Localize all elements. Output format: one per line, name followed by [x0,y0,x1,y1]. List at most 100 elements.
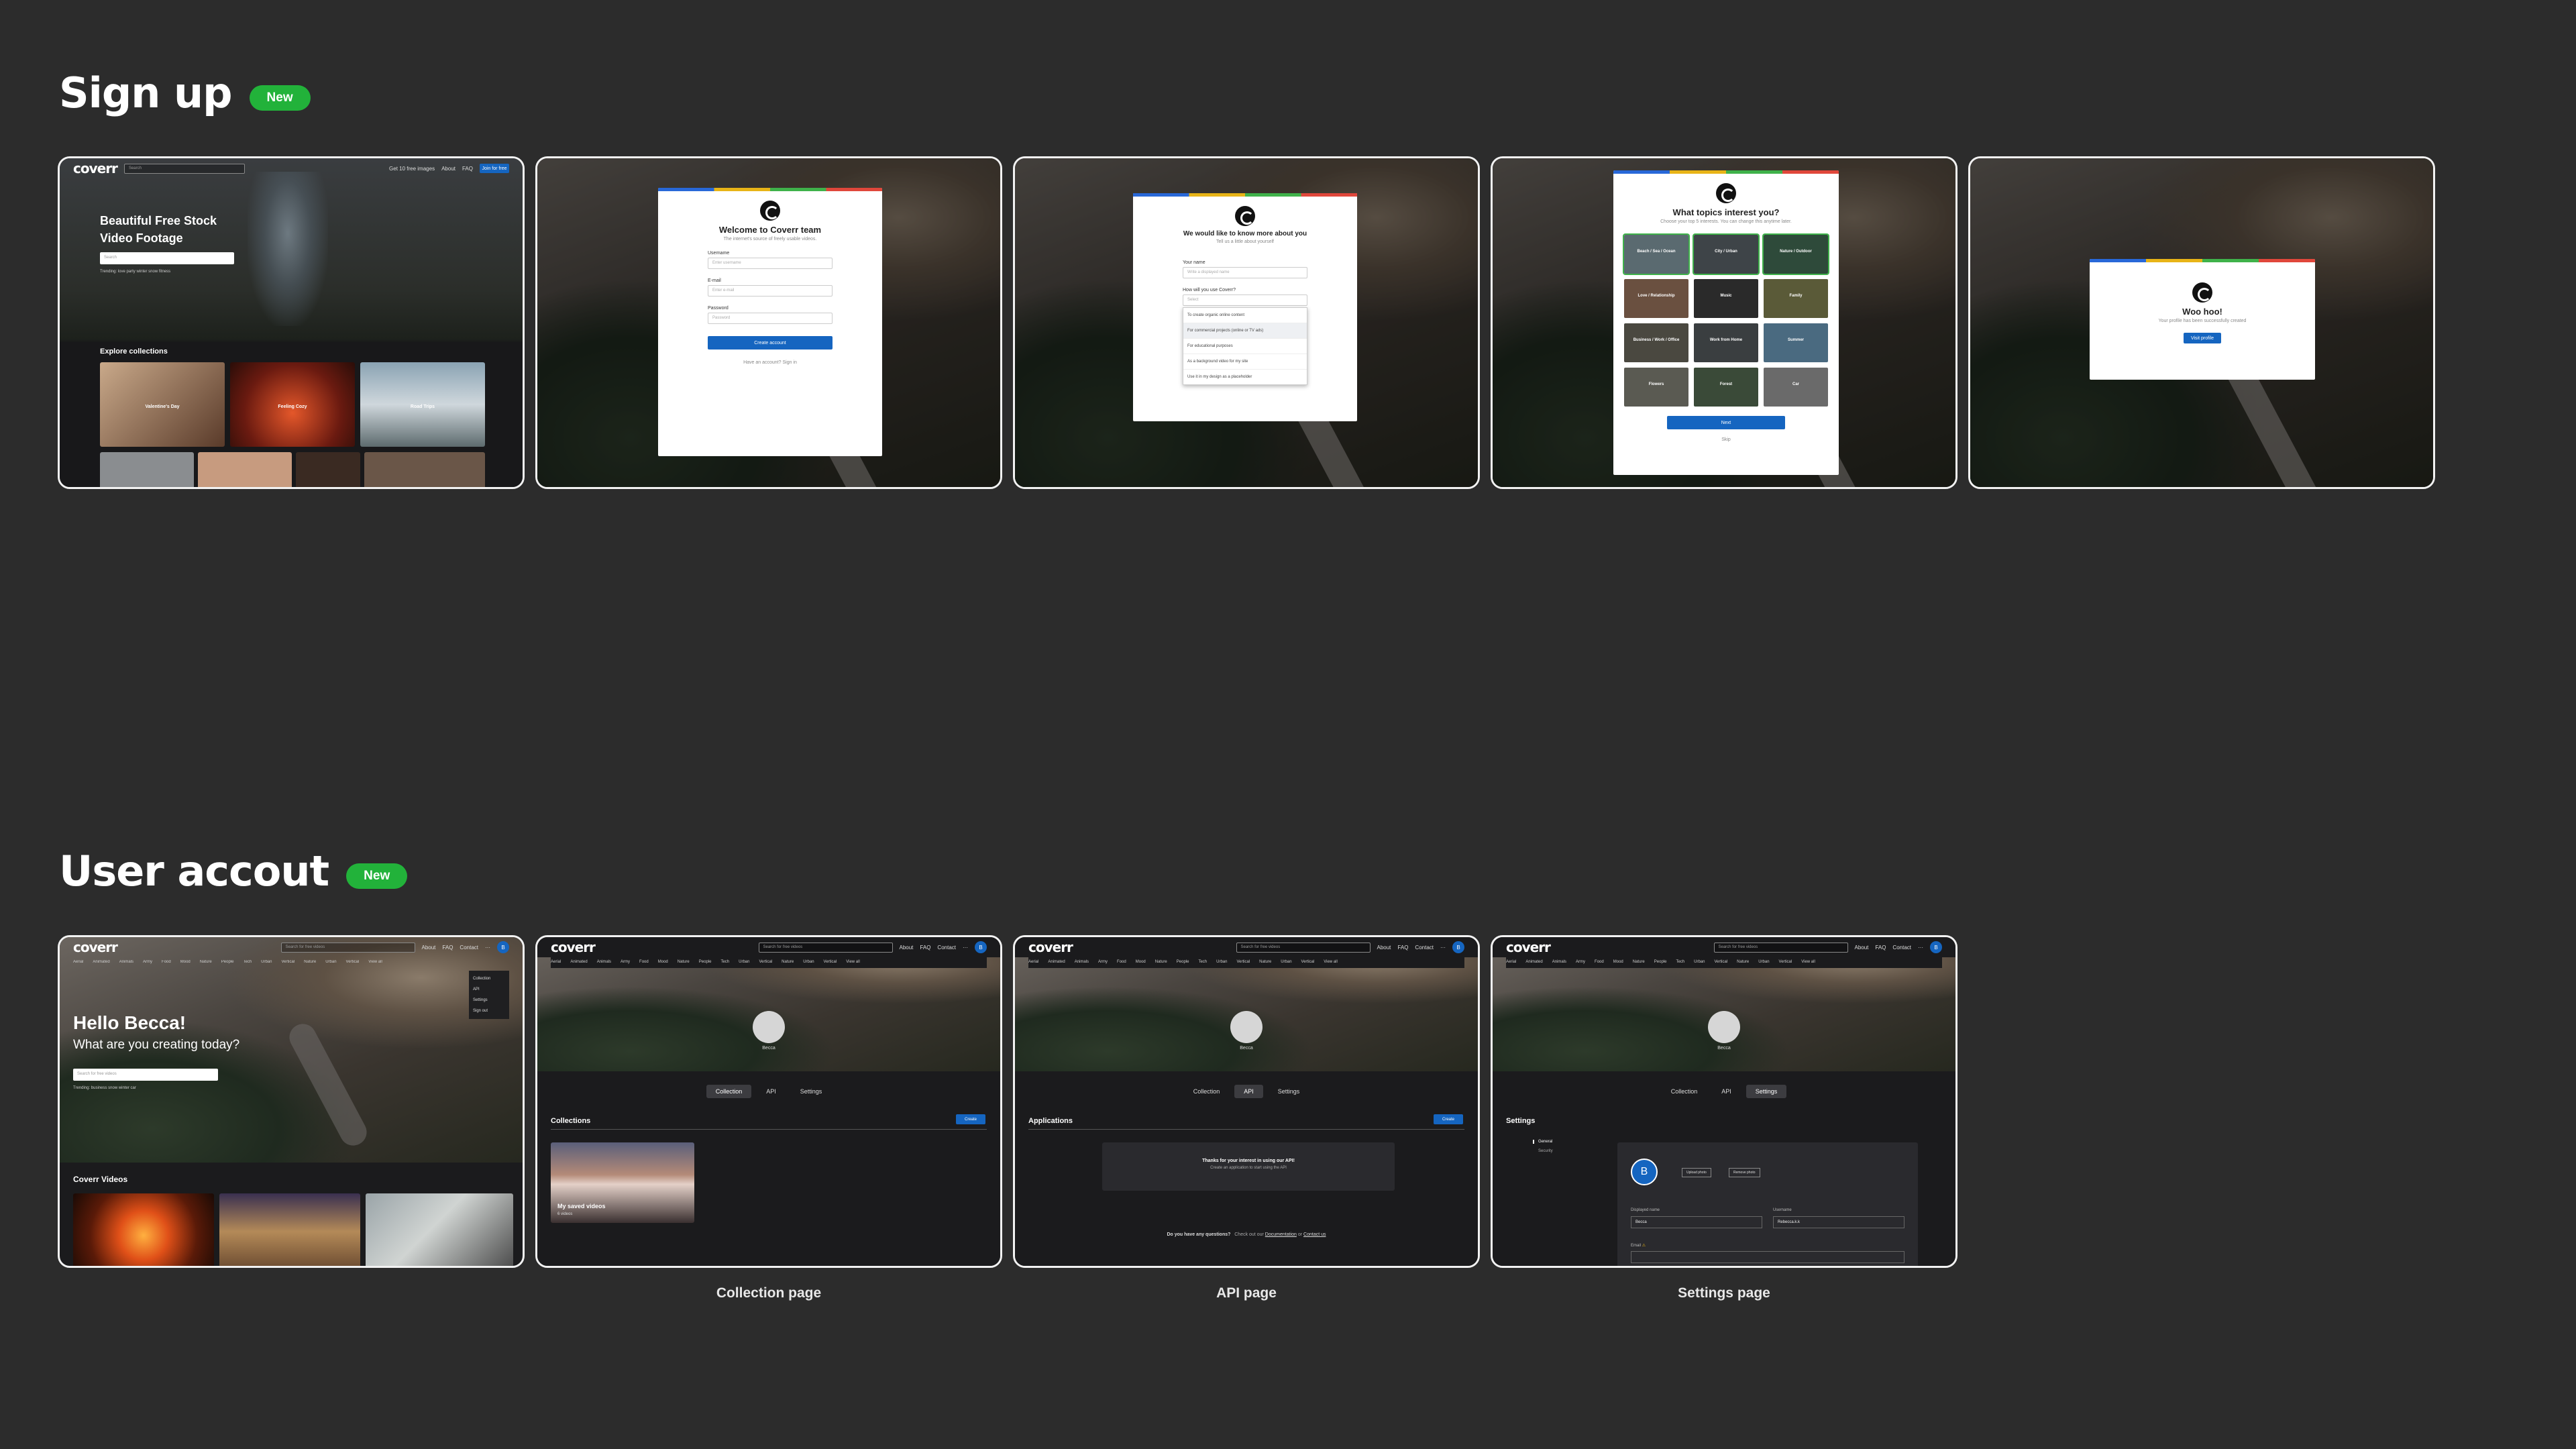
topic-tile[interactable]: Love / Relationship [1624,279,1688,318]
collection-card[interactable]: My saved videos 6 videos [551,1142,694,1223]
category-link[interactable]: Mood [180,960,191,964]
nav-link[interactable]: Contact [1892,945,1911,951]
tab-api[interactable]: API [1234,1085,1263,1098]
category-link[interactable]: Vertical [346,960,360,964]
more-icon[interactable]: ··· [1918,945,1923,951]
dropdown-option[interactable]: For commercial projects (online or TV ad… [1183,323,1307,339]
more-icon[interactable]: ··· [963,945,968,951]
logo[interactable]: coverr [1028,939,1073,955]
category-link[interactable]: Animated [93,960,109,964]
dropdown-option[interactable]: Use it in my design as a placeholder [1183,370,1307,384]
screen-woohoo[interactable]: Woo hoo! Your profile has been successfu… [1968,156,2435,489]
nav-link[interactable]: About [1377,945,1391,951]
topic-tile[interactable]: Music [1694,279,1758,318]
nav-link[interactable]: About [1855,945,1869,951]
screen-about[interactable]: We would like to know more about you Tel… [1013,156,1480,489]
nav-link[interactable]: Get 10 free images [389,166,435,172]
remove-photo-button[interactable]: Remove photo [1729,1168,1760,1177]
visit-profile-button[interactable]: Visit profile [2184,333,2221,343]
category-link[interactable]: Animals [119,960,133,964]
settings-nav-security[interactable]: Security [1538,1149,1553,1153]
screen-topics[interactable]: What topics interest you? Choose your to… [1491,156,1957,489]
email-field[interactable]: Enter e-mail [708,285,833,297]
search-input[interactable]: Search [123,163,245,174]
logo[interactable]: coverr [551,939,596,955]
skip-link[interactable]: Skip [1613,437,1839,442]
video-tile[interactable] [366,1193,513,1266]
nav-link[interactable]: FAQ [462,166,473,172]
email-field[interactable] [1631,1251,1904,1263]
tab-collection[interactable]: Collection [1184,1085,1230,1098]
nav-link[interactable]: About [422,945,436,951]
category-link[interactable]: Food [162,960,171,964]
screen-api[interactable]: coverr Search for free videos About FAQ Con… [1013,935,1480,1268]
nav-link[interactable]: Contact [1415,945,1434,951]
create-account-button[interactable]: Create account [708,336,833,350]
search-input[interactable]: Search for free videos [1236,942,1371,953]
upload-photo-button[interactable]: Upload photo [1682,1168,1711,1177]
tab-collection[interactable]: Collection [706,1085,752,1098]
video-tile[interactable] [219,1193,360,1266]
category-link[interactable]: Urban [325,960,336,964]
tab-collection[interactable]: Collection [1662,1085,1707,1098]
search-input[interactable]: Search for free videos [280,942,415,953]
category-link[interactable]: People [221,960,234,964]
menu-item[interactable]: Sign out [473,1006,505,1016]
nav-link[interactable]: Contact [937,945,956,951]
topic-tile[interactable]: Nature / Outdoor [1762,233,1829,275]
next-button[interactable]: Next [1667,416,1785,429]
nav-link[interactable]: Contact [460,945,478,951]
more-icon[interactable]: ··· [485,945,490,951]
nav-link[interactable]: FAQ [1397,945,1408,951]
screen-collection[interactable]: coverr Search for free videos About FAQ Con… [535,935,1002,1268]
topic-tile[interactable]: Flowers [1624,368,1688,407]
username-field[interactable]: Rebecca.k.k [1773,1216,1904,1228]
sign-in-link[interactable]: Have an account? Sign in [658,360,882,365]
category-link[interactable]: Urban [261,960,272,964]
topic-tile[interactable]: City / Urban [1693,233,1760,275]
settings-nav-general[interactable]: General [1533,1140,1552,1144]
tab-settings[interactable]: Settings [791,1085,832,1098]
join-button[interactable]: Join for free [480,164,509,173]
category-link[interactable]: Tech [243,960,252,964]
topic-tile[interactable]: Beach / Sea / Ocean [1623,233,1690,275]
logo[interactable]: coverr [73,939,118,955]
collection-tile[interactable]: Valentine's Day [100,362,225,447]
topic-tile[interactable]: Work from Home [1694,323,1758,362]
trending-tags[interactable]: Trending: love party winter snow fitness [100,270,170,274]
username-field[interactable]: Enter username [708,258,833,269]
topic-tile[interactable]: Car [1764,368,1828,407]
search-input[interactable]: Search for free videos [1713,942,1848,953]
tab-settings[interactable]: Settings [1269,1085,1309,1098]
topic-tile[interactable]: Family [1764,279,1828,318]
logo[interactable]: coverr [1506,939,1551,955]
menu-item[interactable]: API [473,984,505,995]
nav-link[interactable]: FAQ [920,945,930,951]
hero-search[interactable]: Search [100,252,234,264]
nav-link[interactable]: FAQ [1875,945,1886,951]
dropdown-option[interactable]: For educational purposes [1183,339,1307,354]
use-select[interactable]: Select [1183,294,1307,306]
avatar[interactable]: B [1452,941,1464,953]
more-icon[interactable]: ··· [1440,945,1446,951]
tab-settings[interactable]: Settings [1746,1085,1787,1098]
category-link[interactable]: Nature [200,960,212,964]
create-button[interactable]: Create [956,1114,985,1124]
category-link[interactable]: Vertical [281,960,294,964]
collection-tile[interactable]: Road Trips [360,362,485,447]
collection-tile[interactable]: Feeling Cozy [230,362,355,447]
avatar[interactable]: B [975,941,987,953]
category-link[interactable]: Nature [304,960,316,964]
tab-api[interactable]: API [1712,1085,1741,1098]
tab-api[interactable]: API [757,1085,786,1098]
search-input[interactable]: Search for free videos [758,942,893,953]
screen-welcome[interactable]: Welcome to Coverr team The internet's so… [535,156,1002,489]
dropdown-option[interactable]: To create organic online content [1183,308,1307,323]
docs-link[interactable]: Documentation [1265,1232,1297,1237]
menu-item[interactable]: Collection [473,973,505,984]
display-name-field[interactable]: Becca [1631,1216,1762,1228]
category-link[interactable]: Aerial [73,960,83,964]
screen-home[interactable]: coverr Search for free videos About FAQ Con… [58,935,525,1268]
trending-tags[interactable]: Trending: business snow winter car [73,1086,136,1090]
topic-tile[interactable]: Forest [1694,368,1758,407]
